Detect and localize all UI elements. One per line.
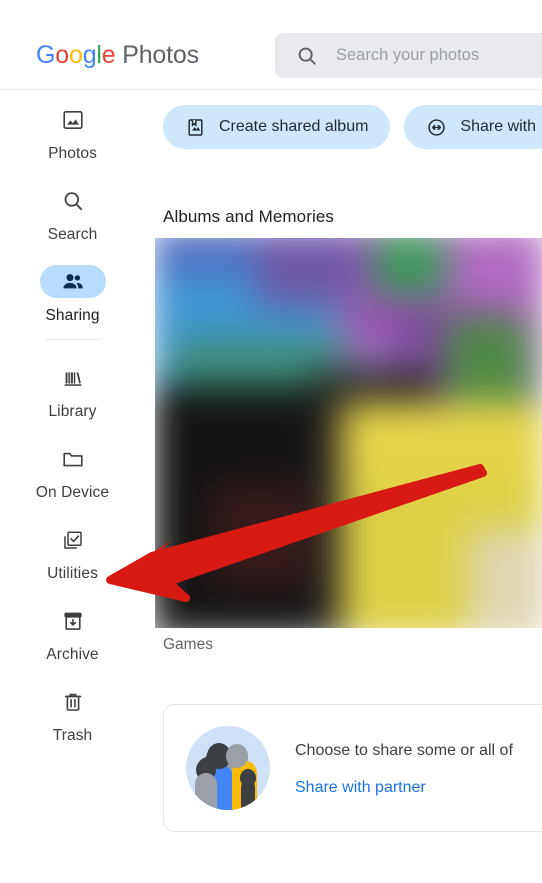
folder-icon — [61, 447, 85, 471]
sidebar-item-archive[interactable]: Archive — [0, 591, 145, 672]
sidebar-pill-photos — [40, 103, 106, 136]
action-chips-row: Create shared album Share with — [163, 105, 542, 149]
app-header: Google Photos — [0, 0, 542, 90]
album-tile-games[interactable] — [155, 238, 542, 628]
partner-card-description: Choose to share some or all of — [295, 741, 513, 759]
sidebar-label-photos: Photos — [48, 145, 97, 162]
main-content: Create shared album Share with Albums an… — [145, 90, 542, 883]
sidebar-label-library: Library — [48, 403, 97, 420]
search-bar[interactable] — [275, 33, 542, 78]
partner-card-text: Choose to share some or all of Share wit… — [295, 740, 513, 797]
logo-letter-o1: o — [55, 41, 69, 69]
create-shared-album-label: Create shared album — [219, 118, 369, 135]
sidebar-label-on-device: On Device — [35, 484, 110, 501]
album-caption-games: Games — [163, 636, 213, 653]
sidebar-label-trash: Trash — [52, 727, 93, 744]
share-with-partner-label: Share with — [460, 118, 537, 135]
logo-letter-e: e — [101, 41, 116, 69]
logo-product-name: Photos — [122, 41, 199, 69]
sidebar-pill-search — [40, 184, 106, 217]
sidebar-item-photos[interactable]: Photos — [0, 90, 145, 171]
archive-icon — [61, 609, 85, 633]
partner-people-avatar — [186, 726, 270, 810]
sidebar-navigation: Photos Search Sharing Library On Device … — [0, 90, 145, 883]
sidebar-divider — [44, 339, 101, 340]
logo-letter-g: G — [36, 41, 56, 69]
checkbox-stack-icon — [61, 528, 85, 552]
sidebar-item-library[interactable]: Library — [0, 348, 145, 429]
partner-share-icon — [426, 117, 447, 138]
logo-letter-g2: g — [82, 41, 97, 69]
sidebar-pill-utilities — [40, 523, 106, 556]
logo-letter-o2: o — [68, 41, 83, 69]
google-photos-app: Google Photos Ph — [0, 0, 542, 883]
sidebar-label-search: Search — [47, 226, 98, 243]
trash-icon — [61, 690, 85, 714]
sidebar-pill-trash — [40, 685, 106, 718]
sidebar-pill-library — [40, 361, 106, 394]
search-icon — [61, 189, 85, 213]
add-photo-album-icon — [185, 117, 206, 138]
section-title-albums-and-memories: Albums and Memories — [163, 207, 335, 226]
sidebar-item-trash[interactable]: Trash — [0, 672, 145, 753]
library-icon — [61, 366, 85, 390]
sidebar-item-sharing[interactable]: Sharing — [0, 252, 145, 333]
sidebar-pill-archive — [40, 604, 106, 637]
google-photos-logo: Google Photos — [36, 41, 199, 70]
sidebar-label-sharing: Sharing — [45, 307, 100, 324]
sidebar-item-on-device[interactable]: On Device — [0, 429, 145, 510]
share-with-partner-card[interactable]: Choose to share some or all of Share wit… — [163, 704, 542, 832]
share-with-partner-link[interactable]: Share with partner — [295, 779, 513, 797]
sidebar-item-utilities[interactable]: Utilities — [0, 510, 145, 591]
sidebar-pill-sharing — [39, 265, 106, 298]
sidebar-label-archive: Archive — [46, 646, 99, 663]
search-input[interactable] — [336, 46, 536, 65]
sidebar-label-utilities: Utilities — [47, 565, 98, 582]
sidebar-pill-on-device — [40, 442, 106, 475]
people-icon — [61, 270, 85, 294]
search-icon — [296, 45, 318, 67]
photo-icon — [61, 108, 85, 132]
album-thumbnail-blurred — [155, 238, 542, 628]
create-shared-album-button[interactable]: Create shared album — [163, 105, 391, 149]
sidebar-item-search[interactable]: Search — [0, 171, 145, 252]
share-with-partner-button[interactable]: Share with — [404, 105, 542, 149]
